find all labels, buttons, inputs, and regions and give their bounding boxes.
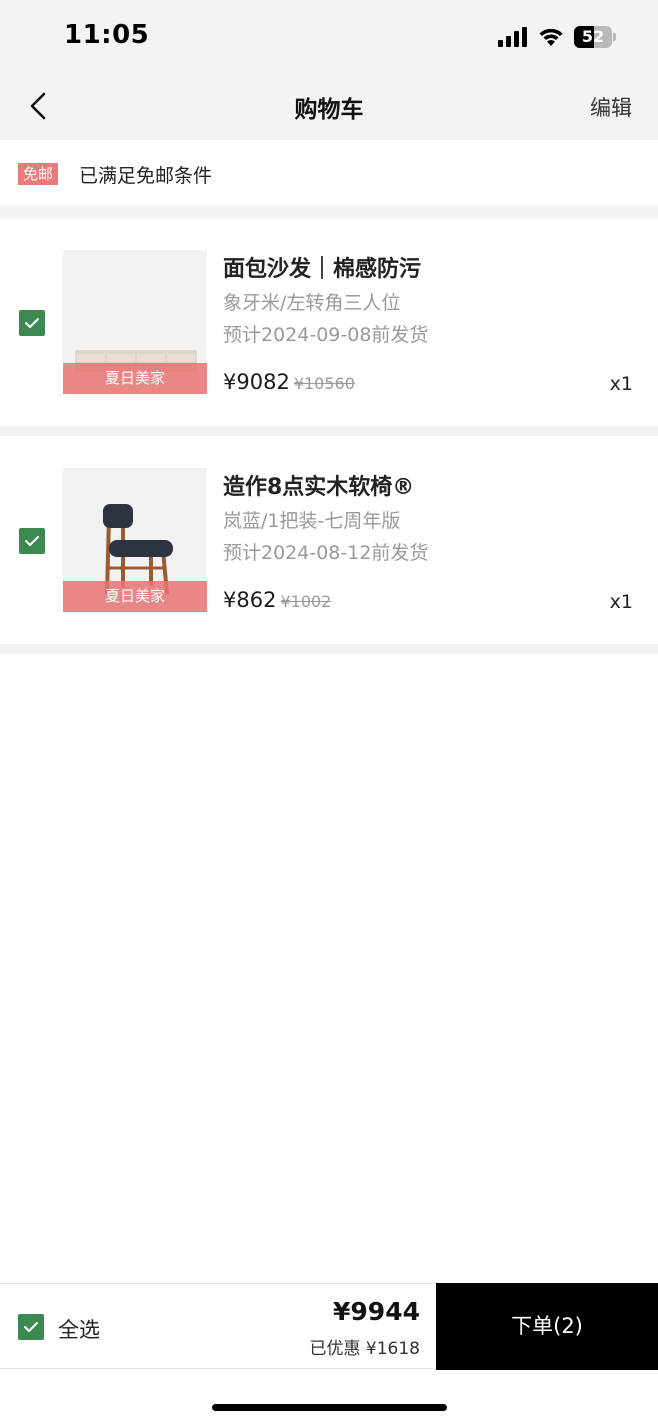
original-price: ¥10560 xyxy=(293,374,355,393)
product-spec[interactable]: 象牙米/左转角三人位 xyxy=(223,288,400,315)
select-all-label[interactable]: 全选 xyxy=(58,1314,100,1344)
place-order-button[interactable]: 下单(2) xyxy=(436,1283,658,1370)
promo-label: 夏日美家 xyxy=(63,581,207,612)
cellular-signal-icon xyxy=(498,27,527,47)
section-divider xyxy=(0,206,658,218)
product-image-sofa[interactable]: 夏日美家 xyxy=(63,250,207,394)
quantity: x1 xyxy=(609,591,633,613)
battery-icon: 52 xyxy=(574,26,616,48)
cart-item: 夏日美家 造作8点实木软椅® 岚蓝/1把装-七周年版 预计2024-08-12前… xyxy=(0,436,658,644)
section-divider xyxy=(0,644,658,654)
free-shipping-tag: 免邮 xyxy=(18,163,59,185)
discount-value: ¥1618 xyxy=(365,1339,420,1359)
status-time: 11:05 xyxy=(64,20,150,50)
checkmark-icon xyxy=(25,536,39,546)
promo-label: 夏日美家 xyxy=(63,363,207,394)
ship-date: 预计2024-09-08前发货 xyxy=(223,324,429,346)
status-bar: 11:05 52 xyxy=(0,0,658,72)
edit-button[interactable]: 编辑 xyxy=(590,92,632,122)
product-price: ¥862 xyxy=(223,588,277,612)
select-all-checkbox[interactable] xyxy=(18,1314,44,1340)
checkout-bar: 全选 ¥9944 已优惠 ¥1618 下单(2) xyxy=(0,1283,658,1370)
free-shipping-text: 已满足免邮条件 xyxy=(79,165,213,187)
price-row: ¥9082 ¥10560 xyxy=(223,370,355,394)
page-title: 购物车 xyxy=(294,97,364,123)
quantity: x1 xyxy=(609,373,633,395)
discount-label: 已优惠 xyxy=(309,1339,361,1359)
checkmark-icon xyxy=(25,318,39,328)
product-name[interactable]: 造作8点实木软椅® xyxy=(223,469,414,501)
home-indicator xyxy=(212,1404,447,1411)
product-spec[interactable]: 岚蓝/1把装-七周年版 xyxy=(223,506,400,533)
discount-row: 已优惠 ¥1618 xyxy=(310,1334,421,1359)
cart-item: 夏日美家 面包沙发｜棉感防污 象牙米/左转角三人位 预计2024-09-08前发… xyxy=(0,218,658,426)
product-name[interactable]: 面包沙发｜棉感防污 xyxy=(223,251,421,283)
product-image-chair[interactable]: 夏日美家 xyxy=(63,468,207,612)
original-price: ¥1002 xyxy=(280,592,332,611)
item-checkbox[interactable] xyxy=(19,310,45,336)
nav-bar: 购物车 编辑 xyxy=(0,72,658,140)
free-shipping-banner: 免邮 已满足免邮条件 xyxy=(0,140,658,206)
wifi-icon xyxy=(539,28,563,46)
section-divider xyxy=(0,426,658,436)
item-checkbox[interactable] xyxy=(19,528,45,554)
product-price: ¥9082 xyxy=(223,370,290,394)
battery-level-text: 52 xyxy=(581,27,605,46)
checkmark-icon xyxy=(24,1322,38,1332)
total-amount: ¥9944 xyxy=(333,1297,420,1326)
price-row: ¥862 ¥1002 xyxy=(223,588,331,612)
ship-date: 预计2024-08-12前发货 xyxy=(223,542,429,564)
